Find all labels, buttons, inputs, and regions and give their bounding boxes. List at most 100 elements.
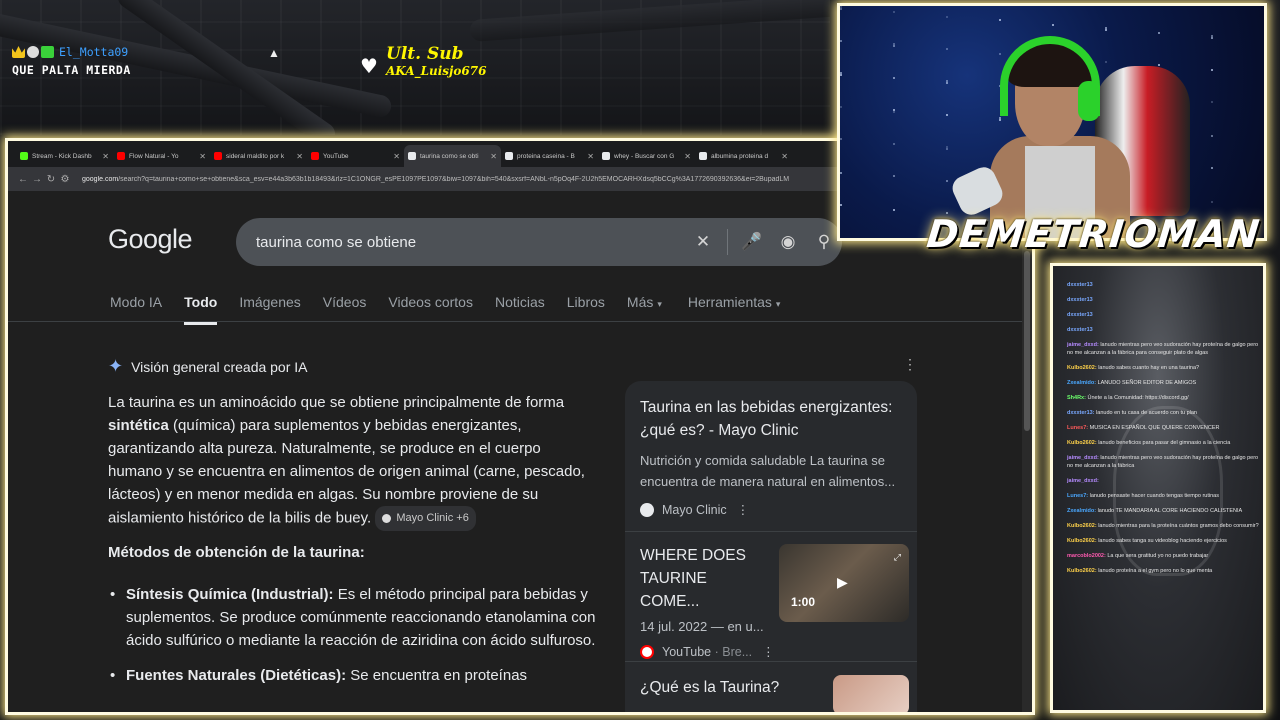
expand-icon[interactable]: ⤢ bbox=[894, 552, 901, 563]
list-item: Fuentes Naturales (Dietéticas): Se encue… bbox=[110, 664, 601, 687]
star bbox=[1052, 24, 1054, 26]
lens-icon[interactable]: ◉ bbox=[770, 232, 806, 252]
back-icon[interactable]: ← bbox=[16, 174, 30, 185]
chat-user[interactable]: Zxealmido: bbox=[1067, 508, 1096, 514]
close-icon[interactable]: ✕ bbox=[296, 152, 303, 161]
scrollbar-thumb[interactable] bbox=[1024, 251, 1030, 431]
chat-user[interactable]: Kulbo2602: bbox=[1067, 365, 1097, 371]
sources-panel: Taurina en las bebidas energizantes: ¿qu… bbox=[625, 381, 917, 712]
chat-user[interactable]: Zxealmido: bbox=[1067, 380, 1096, 386]
browser-tab[interactable]: sideral maldito por k ✕ bbox=[210, 145, 307, 167]
url-field[interactable]: google.com/search?q=taurina+como+se+obti… bbox=[82, 176, 822, 183]
list-item: Síntesis Química (Industrial): Es el mét… bbox=[110, 583, 601, 652]
chat-user[interactable]: jaime_dxxd: bbox=[1067, 342, 1099, 348]
star bbox=[840, 204, 842, 206]
star bbox=[946, 16, 948, 18]
tab-title: Stream - Kick Dashb bbox=[32, 152, 92, 160]
star bbox=[1211, 135, 1213, 137]
tab-title: Flow Natural - Yo bbox=[129, 152, 179, 160]
search-input[interactable]: taurina como se obtiene bbox=[256, 234, 685, 251]
star bbox=[840, 138, 842, 140]
chat-text: lanudo TE MANDARIA AL CORE HACIENDO CALI… bbox=[1097, 508, 1243, 514]
search-box[interactable]: taurina como se obtiene ✕ 🎤 ◉ ⚲ bbox=[236, 218, 842, 266]
star bbox=[946, 80, 948, 82]
browser-tab[interactable]: whey - Buscar con G ✕ bbox=[598, 145, 695, 167]
more-options-icon[interactable]: ⋮ bbox=[762, 644, 775, 659]
browser-tab[interactable]: Flow Natural - Yo ✕ bbox=[113, 145, 210, 167]
chat-line: jaime_dxxd: lanudo mientras pero veo sud… bbox=[1067, 454, 1262, 470]
chat-line: dxxxter13 bbox=[1067, 296, 1262, 304]
close-icon[interactable]: ✕ bbox=[393, 152, 400, 161]
reload-icon[interactable]: ↻ bbox=[44, 174, 58, 185]
methods-heading: Métodos de obtención de la taurina: bbox=[108, 544, 365, 561]
source-chip[interactable]: Mayo Clinic +6 bbox=[375, 506, 476, 531]
chat-user[interactable]: marcoblo2002: bbox=[1067, 553, 1106, 559]
microphone-icon[interactable]: 🎤 bbox=[734, 232, 770, 252]
more-options-icon[interactable]: ⋮ bbox=[737, 502, 750, 517]
chat-user[interactable]: jaime_dxxd: bbox=[1067, 455, 1099, 461]
chat-user[interactable]: Lunes7: bbox=[1067, 425, 1088, 431]
chat-user[interactable]: dxxxter13: bbox=[1067, 410, 1095, 416]
chat-user[interactable]: Lunes7: bbox=[1067, 493, 1088, 499]
browser-tab[interactable]: albumina proteina d ✕ bbox=[695, 145, 792, 167]
source-title[interactable]: Taurina en las bebidas energizantes: ¿qu… bbox=[640, 396, 908, 442]
chat-line: Kulbo2602: lanudo sabes cuanto hay en un… bbox=[1067, 364, 1262, 372]
tab-title: proteina caseina - B bbox=[517, 152, 575, 160]
browser-tab[interactable]: proteina caseina - B ✕ bbox=[501, 145, 598, 167]
source-card-mayo[interactable]: Taurina en las bebidas energizantes: ¿qu… bbox=[640, 396, 908, 517]
star bbox=[840, 74, 842, 76]
play-icon[interactable]: ▶ bbox=[837, 574, 848, 591]
close-icon[interactable]: ✕ bbox=[684, 152, 691, 161]
tab-title: YouTube bbox=[323, 152, 349, 160]
chat-user[interactable]: dxxxter13 bbox=[1067, 327, 1093, 333]
chat-user[interactable]: Sh4Rx: bbox=[1067, 395, 1086, 401]
chat-user[interactable]: Kulbo2602: bbox=[1067, 568, 1097, 574]
close-icon[interactable]: ✕ bbox=[490, 152, 497, 161]
skull-badge-icon bbox=[27, 46, 39, 58]
chat-user[interactable]: jaime_dxxd: bbox=[1067, 478, 1099, 484]
forward-icon[interactable]: → bbox=[30, 174, 44, 185]
close-icon[interactable]: ✕ bbox=[102, 152, 109, 161]
chat-text: MUSICA EN ESPAÑOL QUE QUIERE CONVENCER bbox=[1089, 425, 1220, 431]
star bbox=[946, 82, 948, 84]
chat-user[interactable]: Kulbo2602: bbox=[1067, 523, 1097, 529]
video-thumbnail[interactable]: ⤢ ▶ 1:00 bbox=[779, 544, 909, 622]
browser-tab[interactable]: YouTube ✕ bbox=[307, 145, 404, 167]
card-divider bbox=[625, 661, 917, 662]
chat-user[interactable]: Kulbo2602: bbox=[1067, 440, 1097, 446]
tab-favicon-icon bbox=[505, 152, 513, 160]
close-icon[interactable]: ✕ bbox=[781, 152, 788, 161]
star bbox=[1158, 64, 1160, 66]
star bbox=[893, 77, 895, 79]
sparkle-icon: ✦ bbox=[108, 356, 124, 376]
headset-earcup bbox=[1078, 81, 1100, 121]
chat-panel: dxxxter13 dxxxter13 dxxxter13 dxxxter13 … bbox=[1050, 263, 1266, 713]
tab-favicon-icon bbox=[117, 152, 125, 160]
video-title[interactable]: WHERE DOES TAURINE COME... bbox=[640, 544, 765, 613]
chat-user[interactable]: dxxxter13 bbox=[1067, 312, 1093, 318]
youtube-icon bbox=[640, 644, 654, 659]
tab-title: taurina como se obti bbox=[420, 152, 479, 160]
more-options-icon[interactable]: ⋮ bbox=[903, 356, 917, 373]
browser-tab[interactable]: Stream - Kick Dashb ✕ bbox=[16, 145, 113, 167]
heart-icon: ♥ bbox=[360, 54, 378, 78]
tab-favicon-icon bbox=[408, 152, 416, 160]
chat-user[interactable]: dxxxter13 bbox=[1067, 282, 1093, 288]
clear-icon[interactable]: ✕ bbox=[685, 232, 721, 252]
chat-user[interactable]: Kulbo2602: bbox=[1067, 538, 1097, 544]
site-info-icon[interactable]: ⚙ bbox=[58, 174, 72, 185]
browser-tab[interactable]: taurina como se obti ✕ bbox=[404, 145, 501, 167]
close-icon[interactable]: ✕ bbox=[199, 152, 206, 161]
page-scrollbar[interactable] bbox=[1022, 191, 1032, 712]
star bbox=[1211, 167, 1213, 169]
chat-messages: dxxxter13 dxxxter13 dxxxter13 dxxxter13 … bbox=[1067, 281, 1262, 582]
star bbox=[946, 148, 948, 150]
star bbox=[840, 8, 842, 10]
source-thumbnail[interactable] bbox=[833, 675, 909, 712]
close-icon[interactable]: ✕ bbox=[587, 152, 594, 161]
google-logo[interactable]: Google bbox=[108, 224, 193, 255]
tab-favicon-icon bbox=[20, 152, 28, 160]
star bbox=[840, 172, 842, 174]
chat-user[interactable]: dxxxter13 bbox=[1067, 297, 1093, 303]
chat-line: Kulbo2602: lanudo proteína a el gym pero… bbox=[1067, 567, 1262, 575]
